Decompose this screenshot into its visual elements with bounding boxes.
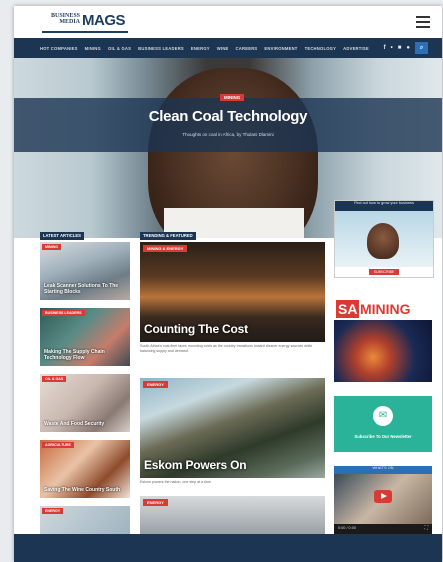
video-label: WHAT'S ON (334, 466, 432, 474)
twitter-icon[interactable]: • (391, 45, 393, 51)
video-time: 0:00 / 0:00 (338, 526, 356, 530)
samining-sa: SA (336, 300, 360, 318)
category-badge[interactable]: OIL & GAS (42, 376, 67, 382)
newsletter-signup[interactable]: ✉ Subscribe To Our Newsletter (334, 396, 432, 452)
category-badge[interactable]: ENERGY (143, 499, 168, 506)
article-title[interactable]: Waste And Food Security (44, 421, 126, 427)
trending-label: TRENDING & FEATURED (140, 232, 196, 240)
category-badge[interactable]: ENERGY (42, 508, 64, 514)
article-card-3[interactable]: OIL & GAS Waste And Food Security (40, 374, 130, 432)
ad-headline: Find out how to grow your business (335, 201, 433, 211)
category-badge[interactable]: MINING (42, 244, 61, 250)
ad-person (367, 223, 399, 259)
footer-bar (14, 534, 442, 562)
newsletter-label[interactable]: Subscribe To Our Newsletter (334, 434, 432, 439)
nav-item-energy[interactable]: ENERGY (191, 46, 210, 51)
play-icon[interactable] (374, 490, 392, 503)
featured-article-1[interactable]: MINING & ENERGY Counting The Cost (140, 242, 325, 342)
samining-mining: MINING (360, 301, 411, 317)
category-badge[interactable]: AGRICULTURE (42, 442, 74, 448)
nav-item-technology[interactable]: TECHNOLOGY (305, 46, 337, 51)
nav-item-hot-companies[interactable]: HOT COMPANIES (40, 46, 78, 51)
article-title[interactable]: Saving The Wine Country South (44, 487, 126, 493)
nav-item-advertise[interactable]: ADVERTISE (343, 46, 369, 51)
ad-subscribe-button[interactable]: SUBSCRIBE (369, 269, 399, 275)
linkedin-icon[interactable]: ■ (398, 45, 402, 51)
web-page: BUSINESS MEDIA MAGS HOT COMPANIES MINING… (14, 6, 442, 562)
category-badge[interactable]: ENERGY (143, 381, 168, 388)
nav-item-business-leaders[interactable]: BUSINESS LEADERS (138, 46, 184, 51)
logo[interactable]: MAGS (82, 12, 126, 29)
main-navigation: HOT COMPANIES MINING OIL & GAS BUSINESS … (14, 38, 442, 58)
article-card-5[interactable]: ENERGY (40, 506, 130, 534)
hero-title-band (14, 98, 442, 152)
featured-article-2[interactable]: ENERGY Eskom Powers On (140, 378, 325, 478)
ad-banner-subscribe[interactable]: Find out how to grow your business SUBSC… (334, 200, 434, 278)
article-card-1[interactable]: MINING Leak Scanner Solutions To The Sta… (40, 242, 130, 300)
samining-image (334, 320, 432, 382)
nav-item-wine[interactable]: WINE (217, 46, 229, 51)
category-badge[interactable]: MINING & ENERGY (143, 245, 188, 252)
nav-item-careers[interactable]: CAREERS (236, 46, 258, 51)
article-title[interactable]: Leak Scanner Solutions To The Starting B… (44, 283, 126, 295)
featured-article-3[interactable]: ENERGY (140, 496, 325, 534)
social-links: f • ■ ● ⌕ (384, 38, 428, 58)
article-excerpt: South Africa's coal fleet faces mounting… (140, 344, 313, 353)
youtube-icon[interactable]: ● (406, 45, 410, 51)
article-title[interactable]: Making The Supply Chain Technology Flow (44, 349, 126, 361)
hero-byline: Thoughts on coal in Africa, by Thulani D… (182, 132, 274, 137)
envelope-icon: ✉ (373, 406, 393, 426)
article-headline[interactable]: Counting The Cost (144, 322, 248, 336)
video-player[interactable]: WHAT'S ON 0:00 / 0:00 ⛶ (334, 466, 432, 536)
category-badge[interactable]: BUSINESS LEADERS (42, 310, 85, 316)
samining-logo: SA MINING (334, 298, 432, 320)
article-excerpt: Eskom powers the nation, one step at a t… (140, 480, 212, 484)
nav-item-mining[interactable]: MINING (85, 46, 101, 51)
nav-item-oil-gas[interactable]: OIL & GAS (108, 46, 131, 51)
hamburger-menu-icon[interactable] (416, 16, 430, 28)
logo-subtitle[interactable]: BUSINESS MEDIA (42, 13, 80, 25)
hero-category-badge[interactable]: MINING (220, 94, 245, 101)
latest-articles-label: LATEST ARTICLES (40, 232, 84, 240)
article-headline[interactable]: Eskom Powers On (144, 458, 247, 472)
site-header: BUSINESS MEDIA MAGS (14, 6, 442, 38)
hero-title[interactable]: Clean Coal Technology (14, 108, 442, 125)
search-icon[interactable]: ⌕ (415, 42, 428, 54)
ad-image (335, 211, 433, 267)
article-card-2[interactable]: BUSINESS LEADERS Making The Supply Chain… (40, 308, 130, 366)
nav-items: HOT COMPANIES MINING OIL & GAS BUSINESS … (40, 38, 369, 58)
fullscreen-icon[interactable]: ⛶ (424, 525, 428, 531)
logo-underline (42, 31, 128, 33)
nav-item-environment[interactable]: ENVIRONMENT (264, 46, 297, 51)
facebook-icon[interactable]: f (384, 45, 386, 51)
article-card-4[interactable]: AGRICULTURE Saving The Wine Country Sout… (40, 440, 130, 498)
ad-samining[interactable]: SA MINING (334, 298, 432, 382)
